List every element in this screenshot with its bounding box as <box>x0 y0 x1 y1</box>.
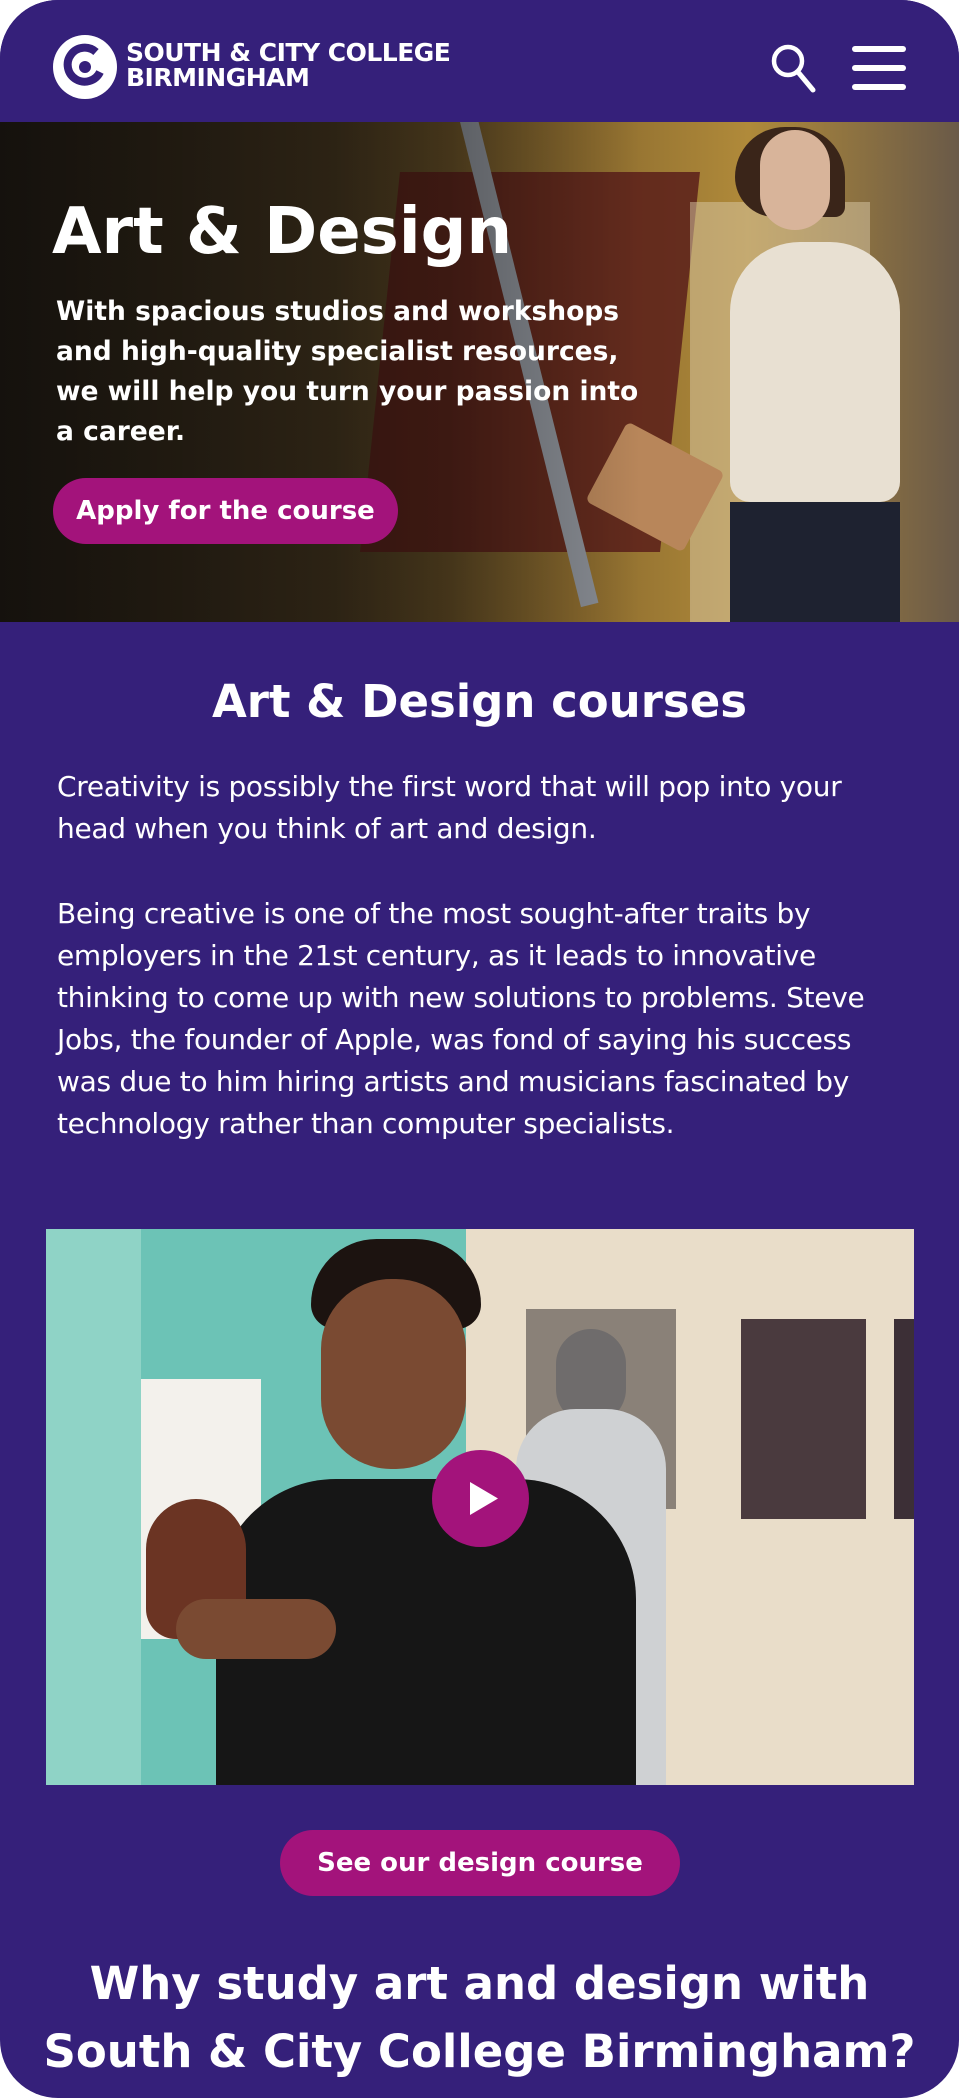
video-player[interactable] <box>46 1229 914 1785</box>
page-frame: SOUTH & CITY COLLEGE BIRMINGHAM Art & De… <box>0 0 959 2098</box>
hero-subtitle: With spacious studios and workshops and … <box>56 296 639 447</box>
college-logo-text[interactable]: SOUTH & CITY COLLEGE BIRMINGHAM <box>126 38 451 92</box>
search-button[interactable] <box>770 42 818 96</box>
hero-banner: Art & Design With spacious studios and w… <box>0 122 959 622</box>
play-button[interactable] <box>432 1450 529 1547</box>
play-icon <box>470 1482 498 1515</box>
search-icon <box>771 44 816 93</box>
intro-paragraph-2: Being creative is one of the most sought… <box>57 897 865 1140</box>
apply-for-course-button[interactable]: Apply for the course <box>53 478 398 544</box>
why-heading-line-1: Why study art and design with <box>89 1957 870 2010</box>
college-logo-icon[interactable] <box>52 34 118 100</box>
hero-title: Art & Design <box>52 195 512 269</box>
logo-line-2: BIRMINGHAM <box>126 63 310 92</box>
why-heading-line-2: South & City College Birmingham? <box>43 2025 916 2078</box>
site-header: SOUTH & CITY COLLEGE BIRMINGHAM <box>0 0 959 122</box>
intro-paragraph-1: Creativity is possibly the first word th… <box>57 770 842 845</box>
why-study-heading: Why study art and design with South & Ci… <box>0 1950 959 2086</box>
courses-section-title: Art & Design courses <box>211 675 747 728</box>
hamburger-menu-icon <box>852 46 906 90</box>
menu-button[interactable] <box>852 46 906 90</box>
logo-line-1: SOUTH & CITY COLLEGE <box>126 38 451 67</box>
see-design-course-button[interactable]: See our design course <box>280 1830 680 1896</box>
